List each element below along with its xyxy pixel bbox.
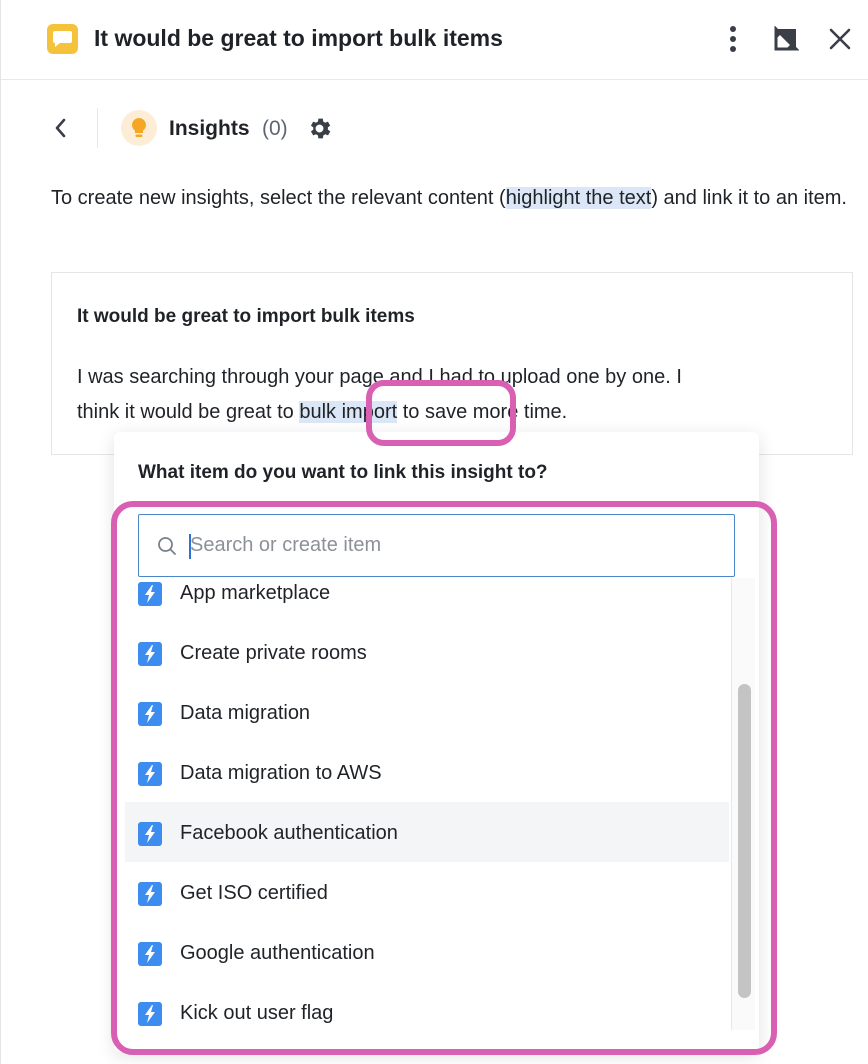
intro-text-before: To create new insights, select the relev… <box>51 187 506 209</box>
lightning-icon <box>138 822 162 846</box>
list-item-label: Google authentication <box>180 942 375 964</box>
list-item[interactable]: App marketplace <box>125 578 729 622</box>
scrollbar[interactable] <box>731 578 755 1030</box>
panel-header: It would be great to import bulk items <box>1 0 868 80</box>
list-item-label: Data migration to AWS <box>180 762 382 784</box>
list-item-label: Create private rooms <box>180 642 367 664</box>
search-box[interactable] <box>138 514 735 577</box>
list-item[interactable]: Data migration <box>125 682 729 742</box>
link-item-popover: What item do you want to link this insig… <box>114 432 759 1052</box>
insights-count: (0) <box>262 117 288 140</box>
search-icon <box>158 537 176 555</box>
popover-title: What item do you want to link this insig… <box>138 462 548 483</box>
lightning-icon <box>138 642 162 666</box>
search-input[interactable] <box>189 515 719 576</box>
lightning-icon <box>138 1002 162 1026</box>
selected-text[interactable]: bulk import <box>299 401 398 423</box>
feedback-body[interactable]: I was searching through your page and I … <box>77 360 697 430</box>
divider <box>97 108 98 148</box>
feedback-title: It would be great to import bulk items <box>77 306 415 327</box>
lightning-icon <box>138 582 162 606</box>
gear-icon[interactable] <box>306 115 333 142</box>
list-item[interactable]: Create private rooms <box>125 622 729 682</box>
text-caret <box>189 534 191 559</box>
insights-heading: Insights <box>169 117 250 140</box>
list-item[interactable]: Get ISO certified <box>125 862 729 922</box>
more-options-icon[interactable] <box>721 24 745 54</box>
page-title: It would be great to import bulk items <box>94 25 503 51</box>
list-item[interactable]: Kick out user flag <box>125 982 729 1030</box>
insight-panel: It would be great to import bulk items I… <box>0 0 868 1064</box>
back-chevron-icon[interactable] <box>49 115 73 141</box>
list-item[interactable]: Data migration to AWS <box>125 742 729 802</box>
lightning-icon <box>138 882 162 906</box>
intro-text-after: ) and link it to an item. <box>651 187 847 209</box>
feedback-chat-icon <box>47 24 78 54</box>
list-item-label: Kick out user flag <box>180 1002 334 1024</box>
list-item-label: Facebook authentication <box>180 822 398 844</box>
intro-highlight: highlight the text <box>505 187 652 209</box>
close-icon[interactable] <box>827 26 853 52</box>
intro-text: To create new insights, select the relev… <box>51 180 861 216</box>
list-item-label: Data migration <box>180 702 311 724</box>
lightning-icon <box>138 942 162 966</box>
list-item[interactable]: Google authentication <box>125 922 729 982</box>
lightning-icon <box>138 762 162 786</box>
list-item-hovered[interactable]: Facebook authentication <box>125 802 729 862</box>
list-item-label: Get ISO certified <box>180 882 328 904</box>
lightbulb-icon <box>121 110 157 146</box>
item-list: App marketplace Create private rooms Dat… <box>125 578 731 1030</box>
expand-icon[interactable] <box>773 25 800 52</box>
feedback-card: It would be great to import bulk items I… <box>51 272 853 455</box>
scrollbar-thumb[interactable] <box>738 684 751 998</box>
list-item-label: App marketplace <box>180 582 331 604</box>
feedback-body-after[interactable]: to save more time. <box>397 401 568 423</box>
lightning-icon <box>138 702 162 726</box>
